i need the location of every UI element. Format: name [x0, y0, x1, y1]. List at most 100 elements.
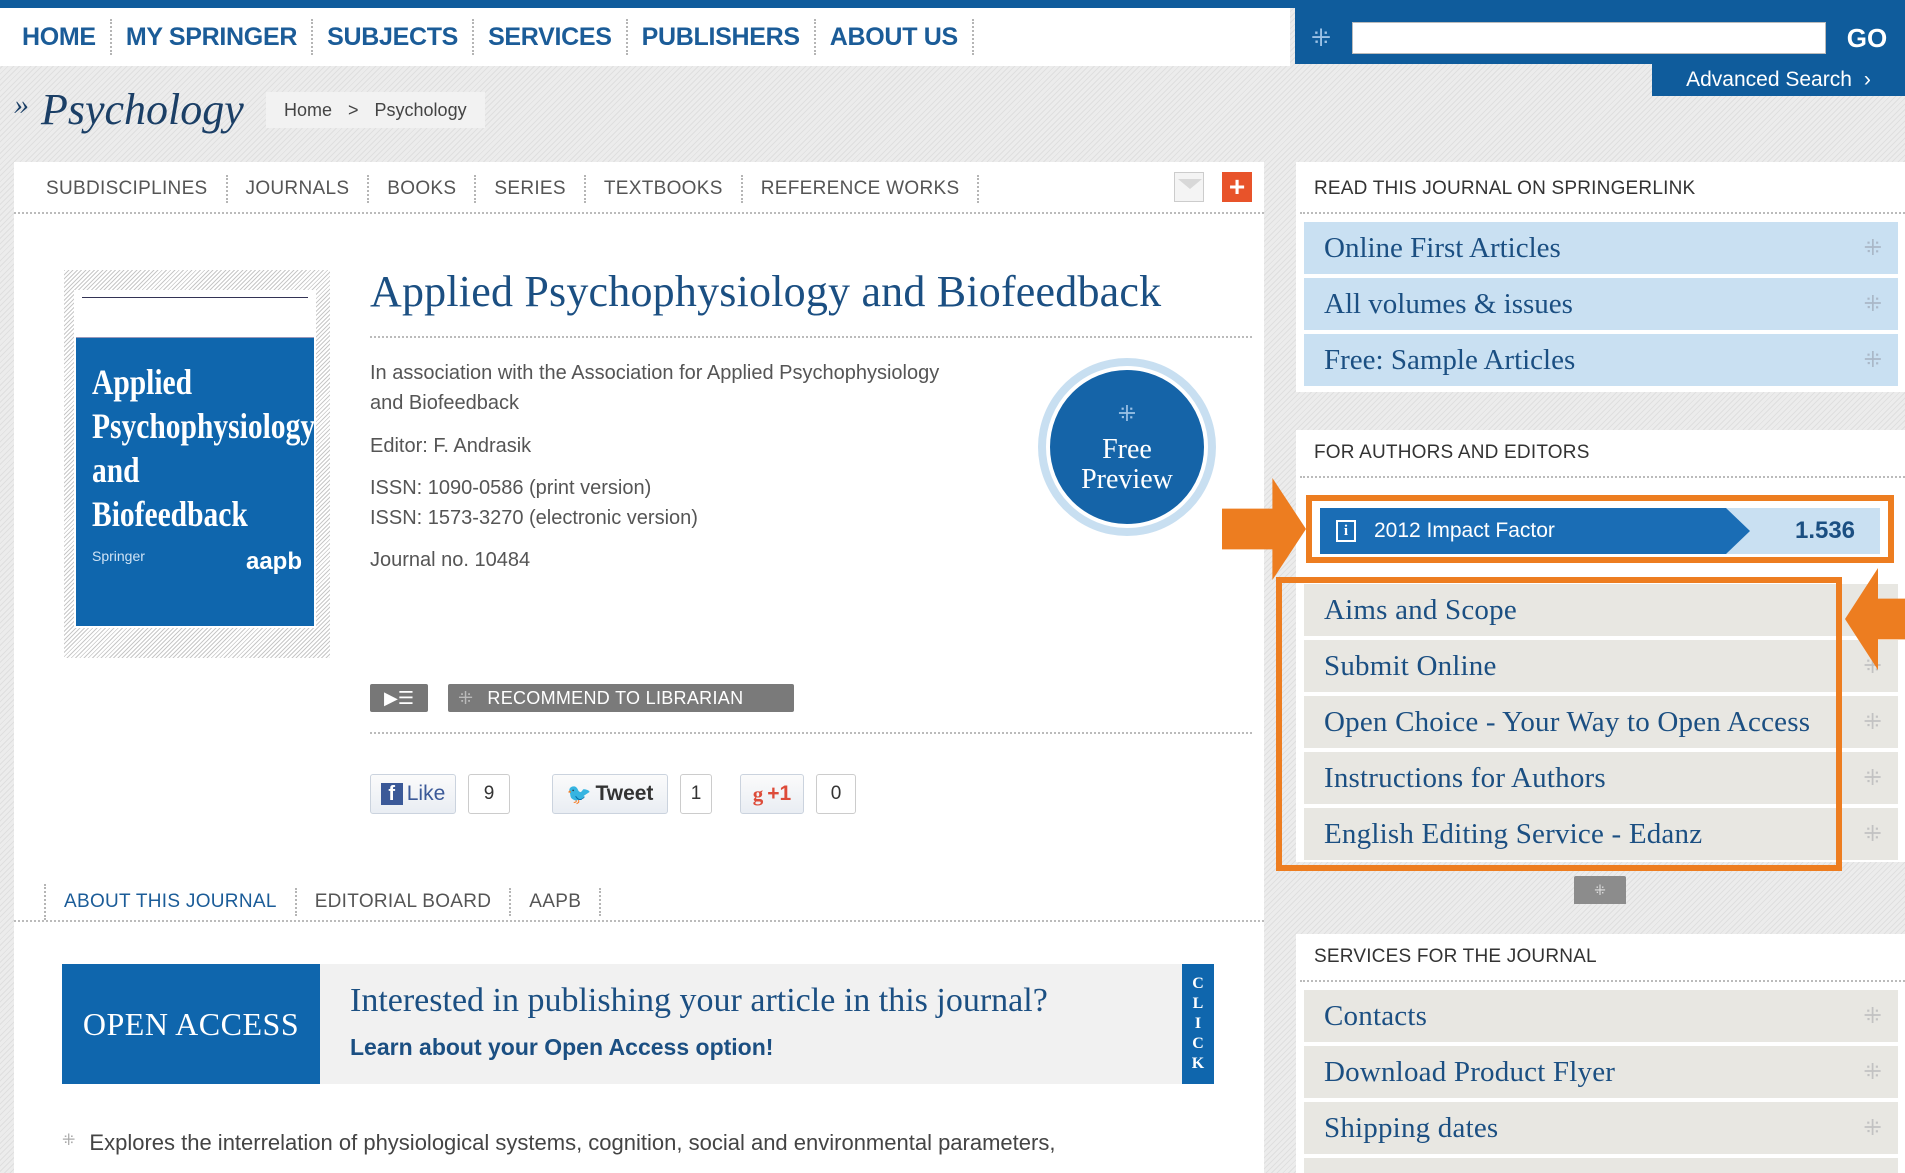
download-product-flyer-link[interactable]: Download Product Flyer ⁜ — [1304, 1046, 1898, 1098]
nav-home[interactable]: HOME — [8, 19, 112, 55]
sidebar-item-label: Free: Sample Articles — [1324, 343, 1576, 376]
facebook-icon: f — [380, 783, 403, 805]
advanced-search-label: Advanced Search — [1686, 68, 1852, 91]
add-icon[interactable]: + — [1222, 172, 1252, 202]
tab-aapb[interactable]: AAPB — [511, 888, 602, 916]
open-access-headline: Interested in publishing your article in… — [350, 982, 1048, 1019]
expand-list-handle[interactable]: ⁜ — [1574, 876, 1626, 904]
breadcrumb-current: Psychology — [374, 99, 467, 120]
divider — [370, 336, 1252, 338]
free-sample-articles-link[interactable]: Free: Sample Articles ⁜ — [1304, 334, 1898, 386]
toc-button[interactable]: ▶☰ — [370, 684, 428, 712]
advanced-search-link[interactable]: Advanced Search › — [1652, 64, 1905, 96]
mail-icon[interactable] — [1174, 172, 1204, 202]
dotted-arrow-icon: ⁜ — [1594, 881, 1606, 898]
sidebar-item-label: Contacts — [1324, 999, 1428, 1032]
dotted-arrow-icon: ⁜ — [1863, 821, 1882, 846]
subnav-series[interactable]: SERIES — [476, 175, 586, 203]
breadcrumb: Home > Psychology — [266, 92, 485, 128]
subnav-textbooks[interactable]: TEXTBOOKS — [586, 175, 743, 203]
nav-publishers[interactable]: PUBLISHERS — [628, 19, 816, 55]
subnav-books[interactable]: BOOKS — [369, 175, 477, 203]
association-line: In association with the Association for … — [370, 362, 940, 384]
dotted-arrow-icon: ⁜ — [1863, 235, 1882, 260]
recommend-to-librarian-button[interactable]: ⁜ RECOMMEND TO LIBRARIAN — [448, 684, 794, 712]
journal-editor: Editor: F. Andrasik — [370, 435, 532, 457]
all-volumes-issues-link[interactable]: All volumes & issues ⁜ — [1304, 278, 1898, 330]
google-plus-icon: g — [752, 781, 764, 806]
twitter-icon: 🐦 — [566, 783, 592, 806]
cover-title-line: Applied — [92, 362, 193, 402]
google-plus-button[interactable]: g +1 — [740, 774, 804, 814]
subnav-journals[interactable]: JOURNALS — [228, 175, 370, 203]
cover-rule — [82, 297, 308, 298]
journal-association: In association with the Association for … — [370, 358, 939, 418]
dotted-arrow-icon: ⁜ — [1863, 347, 1882, 372]
more-services-link[interactable] — [1304, 1158, 1898, 1173]
about-tabs: ABOUT THIS JOURNAL EDITORIAL BOARD AAPB — [44, 884, 602, 920]
cover-logos: Springer aapb — [92, 548, 302, 576]
dotted-arrow-icon: ⁜ — [1863, 709, 1882, 734]
nav-my-springer[interactable]: MY SPRINGER — [112, 19, 314, 55]
search-icon: ⁜ — [1310, 24, 1332, 52]
click-letter: C — [1192, 1035, 1204, 1052]
sidebar-item-label: Online First Articles — [1324, 231, 1561, 264]
top-stripe — [0, 0, 1905, 8]
free-preview-line: Free — [1102, 434, 1152, 465]
tab-editorial-board[interactable]: EDITORIAL BOARD — [297, 888, 512, 916]
divider — [1300, 212, 1905, 214]
cover-header — [76, 292, 314, 338]
description-text: Explores the interrelation of physiologi… — [89, 1130, 1056, 1155]
sidebar-item-label: Shipping dates — [1324, 1111, 1499, 1144]
chevron-right-icon: › — [1863, 68, 1871, 91]
top-navigation: HOME MY SPRINGER SUBJECTS SERVICES PUBLI… — [0, 8, 1290, 66]
section-title-text: Psychology — [41, 85, 244, 134]
breadcrumb-separator: > — [348, 99, 359, 120]
search-input[interactable] — [1352, 22, 1826, 54]
open-access-click-tab[interactable]: C L I C K — [1182, 964, 1214, 1084]
dotted-arrow-icon: ⁜ — [1863, 1003, 1882, 1028]
dotted-arrow-icon: ⁜ — [1863, 291, 1882, 316]
read-journal-heading: READ THIS JOURNAL ON SPRINGERLINK — [1314, 178, 1696, 199]
sidebar-item-label: All volumes & issues — [1324, 287, 1573, 320]
aapb-logo: aapb — [245, 548, 302, 575]
divider — [14, 920, 1264, 922]
services-heading: SERVICES FOR THE JOURNAL — [1314, 946, 1597, 967]
facebook-like-button[interactable]: f Like — [370, 774, 456, 814]
tab-about-this-journal[interactable]: ABOUT THIS JOURNAL — [46, 888, 297, 916]
gplus-label: +1 — [767, 782, 792, 805]
open-access-badge[interactable]: OPEN ACCESS — [62, 964, 320, 1084]
click-letter: K — [1191, 1055, 1205, 1072]
online-first-articles-link[interactable]: Online First Articles ⁜ — [1304, 222, 1898, 274]
subnav-reference-works[interactable]: REFERENCE WORKS — [743, 175, 980, 203]
gplus-count: 0 — [816, 774, 856, 814]
nav-services[interactable]: SERVICES — [474, 19, 628, 55]
nav-subjects[interactable]: SUBJECTS — [313, 19, 475, 55]
nav-about-us[interactable]: ABOUT US — [816, 19, 974, 55]
annotation-box-impact — [1306, 495, 1894, 563]
go-button[interactable]: GO — [1832, 18, 1902, 58]
breadcrumb-home[interactable]: Home — [284, 100, 332, 121]
contacts-link[interactable]: Contacts ⁜ — [1304, 990, 1898, 1042]
double-chevron-icon: » — [14, 88, 29, 121]
journal-number: Journal no. 10484 — [370, 549, 531, 571]
subnav-subdisciplines[interactable]: SUBDISCIPLINES — [30, 175, 228, 203]
journal-description: ⁜ Explores the interrelation of physiolo… — [62, 1130, 1055, 1156]
like-count: 9 — [468, 774, 510, 814]
dotted-arrow-icon: ⁜ — [1863, 765, 1882, 790]
divider — [370, 732, 1252, 734]
cover-title-line: Psychophysiology — [92, 406, 316, 446]
toc-icon: ▶☰ — [384, 687, 414, 708]
tweet-button[interactable]: 🐦 Tweet — [552, 774, 668, 814]
free-preview-button[interactable]: ⁜ Free Preview — [1046, 366, 1208, 528]
click-letter: C — [1192, 975, 1204, 992]
dotted-arrow-icon: ⁜ — [1863, 1059, 1882, 1084]
tweet-label: Tweet — [595, 782, 654, 805]
issn-print: ISSN: 1090-0586 (print version) — [370, 477, 652, 499]
springer-logo: Springer — [92, 548, 145, 564]
open-access-subline: Learn about your Open Access option! — [350, 1034, 774, 1060]
dotted-arrow-icon: ⁜ — [458, 687, 474, 708]
shipping-dates-link[interactable]: Shipping dates ⁜ — [1304, 1102, 1898, 1154]
dotted-arrow-icon: ⁜ — [1117, 401, 1137, 426]
issn-electronic: ISSN: 1573-3270 (electronic version) — [370, 507, 698, 529]
